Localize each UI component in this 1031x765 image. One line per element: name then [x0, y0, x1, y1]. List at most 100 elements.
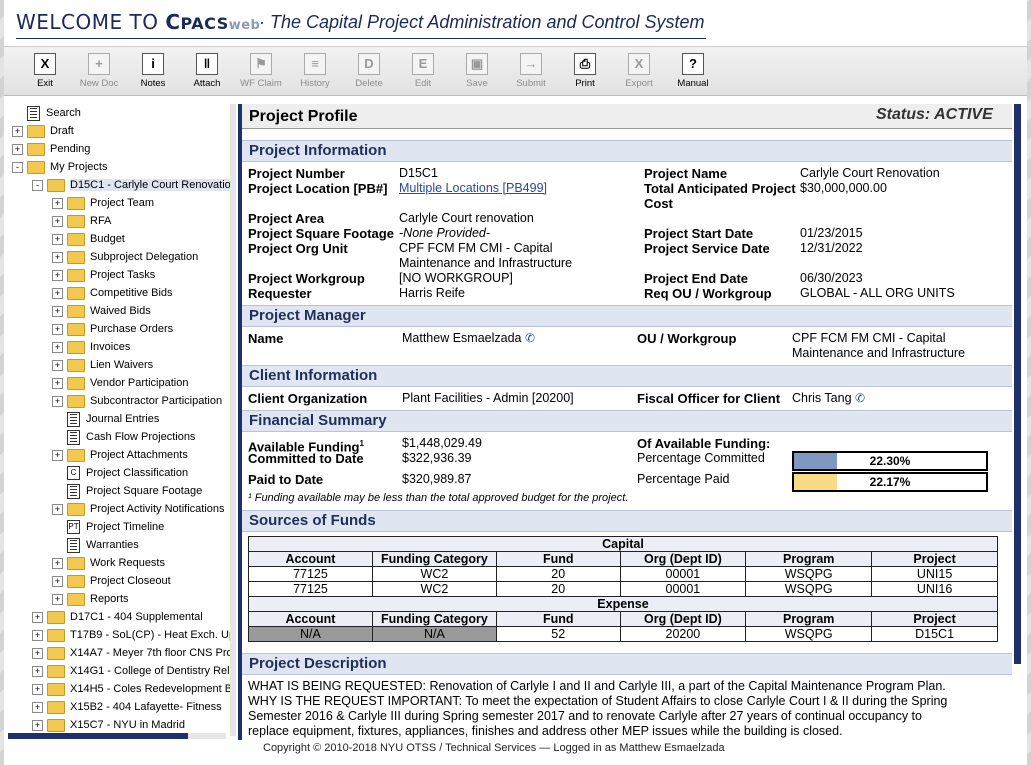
project-number-value: D15C1 — [399, 166, 438, 180]
table-cell: 77125 — [248, 581, 373, 597]
expand-icon[interactable]: + — [52, 197, 63, 209]
tree-item[interactable]: Cash Flow Projections — [52, 428, 195, 446]
tree-item[interactable]: + T17B9 - SoL(CP) - Heat Exch. Upg — [32, 626, 230, 644]
expand-icon[interactable]: + — [32, 647, 43, 659]
funding-footnote: ¹ Funding available may be less than the… — [248, 492, 629, 504]
tree-item[interactable]: + Lien Waivers — [52, 356, 153, 374]
tree-item[interactable]: + Project Attachments — [52, 446, 188, 464]
manual-button[interactable]: ? Manual — [666, 53, 720, 89]
tree-item[interactable]: + Work Requests — [52, 554, 165, 572]
tree-item-label: D15C1 - Carlyle Court Renovation — [70, 179, 230, 191]
tree-item[interactable]: + X15B2 - 404 Lafayette- Fitness — [32, 698, 222, 716]
expand-icon[interactable]: + — [32, 665, 43, 677]
tree-item[interactable]: + Purchase Orders — [52, 320, 173, 338]
tree-item[interactable]: + Vendor Participation — [52, 374, 188, 392]
percentage-committed-bar: 22.30% — [792, 451, 988, 471]
folder-icon — [27, 124, 45, 138]
print-button[interactable]: ⎙ Print — [558, 53, 612, 89]
main-vertical-scrollbar[interactable] — [1014, 104, 1021, 664]
folder-icon — [67, 592, 85, 606]
expand-icon[interactable]: + — [52, 305, 63, 317]
tree-item[interactable]: + Subproject Delegation — [52, 248, 198, 266]
exit-button[interactable]: X Exit — [18, 53, 72, 89]
expand-icon[interactable]: + — [52, 377, 63, 389]
expand-icon[interactable]: + — [52, 449, 63, 461]
tree-item[interactable]: + Project Tasks — [52, 266, 155, 284]
tree-item[interactable]: + Project Closeout — [52, 572, 171, 590]
expand-icon[interactable]: + — [32, 683, 43, 695]
section-sources-of-funds: Sources of Funds — [242, 510, 1012, 532]
tree-item[interactable]: + Competitive Bids — [52, 284, 173, 302]
expand-icon[interactable]: + — [52, 557, 63, 569]
phone-icon[interactable]: ✆ — [855, 391, 865, 405]
tree-item[interactable]: + X14G1 - College of Dentistry Relo — [32, 662, 230, 680]
project-location-link[interactable]: Multiple Locations [PB499] — [399, 181, 547, 196]
expand-icon[interactable]: + — [52, 233, 63, 245]
tree-item[interactable]: + Invoices — [52, 338, 130, 356]
new-doc-button[interactable]: + New Doc — [72, 53, 126, 89]
tree-item[interactable]: Journal Entries — [52, 410, 159, 428]
expand-icon[interactable]: + — [52, 503, 63, 515]
expand-icon[interactable]: + — [52, 215, 63, 227]
expand-icon[interactable]: + — [52, 269, 63, 281]
expand-icon[interactable]: + — [52, 395, 63, 407]
tree-item[interactable]: + Subcontractor Participation — [52, 392, 222, 410]
folder-icon — [67, 196, 85, 210]
tree-item[interactable]: + X14H5 - Coles Redevelopment Bu — [32, 680, 230, 698]
submit-button[interactable]: → Submit — [504, 53, 558, 89]
tree-item[interactable]: PT Project Timeline — [52, 518, 164, 536]
attach-button[interactable]: ‖ Attach — [180, 53, 234, 89]
tree-item[interactable]: + Project Activity Notifications — [52, 500, 225, 518]
expand-icon[interactable]: + — [52, 323, 63, 335]
tree-item[interactable]: + X15C7 - NYU in Madrid — [32, 716, 185, 734]
expand-icon[interactable]: + — [32, 629, 43, 641]
history-button[interactable]: ≡ History — [288, 53, 342, 89]
section-project-description: Project Description — [242, 653, 1012, 675]
tree-item[interactable]: + Project Team — [52, 194, 154, 212]
expand-icon[interactable]: + — [32, 719, 43, 731]
brand-c: C — [165, 10, 181, 34]
expand-icon[interactable]: + — [52, 359, 63, 371]
collapse-icon[interactable]: - — [32, 179, 43, 191]
tree-item[interactable]: - My Projects — [12, 158, 107, 176]
tree-item[interactable]: C Project Classification — [52, 464, 188, 482]
description-line: WHAT IS BEING REQUESTED: Renovation of C… — [248, 679, 946, 693]
tree-vertical-scrollbar[interactable] — [230, 104, 236, 736]
tree-item[interactable]: + Budget — [52, 230, 125, 248]
table-caption: Expense — [248, 596, 998, 612]
wf-claim-button[interactable]: ⚑ WF Claim — [234, 53, 288, 89]
tree-item[interactable]: Project Square Footage — [52, 482, 202, 500]
edit-button[interactable]: E Edit — [396, 53, 450, 89]
tree-item[interactable]: + D17C1 - 404 Supplemental — [32, 608, 203, 626]
expand-icon[interactable]: + — [52, 287, 63, 299]
tree-item[interactable]: + Waived Bids — [52, 302, 151, 320]
delete-button[interactable]: D Delete — [342, 53, 396, 89]
export-button[interactable]: X Export — [612, 53, 666, 89]
tree-item[interactable]: + Pending — [12, 140, 90, 158]
tree-item[interactable]: - D15C1 - Carlyle Court Renovation — [32, 176, 230, 194]
expand-icon[interactable]: + — [12, 143, 23, 155]
expand-icon[interactable]: + — [32, 611, 43, 623]
tree-item[interactable]: Search — [12, 104, 81, 122]
expand-icon[interactable]: + — [52, 593, 63, 605]
notes-button[interactable]: i Notes — [126, 53, 180, 89]
tree-item[interactable]: + Reports — [52, 590, 129, 608]
folder-icon — [67, 376, 85, 390]
tree-item[interactable]: + RFA — [52, 212, 111, 230]
tree-horizontal-scrollbar-thumb[interactable] — [8, 733, 188, 739]
expand-icon[interactable]: + — [52, 575, 63, 587]
tree-item[interactable]: + Draft — [12, 122, 74, 140]
expand-icon[interactable]: + — [52, 251, 63, 263]
phone-icon[interactable]: ✆ — [525, 331, 535, 345]
percentage-paid-bar: 22.17% — [792, 472, 988, 492]
save-button[interactable]: ▣ Save — [450, 53, 504, 89]
end-date-value: 06/30/2023 — [800, 271, 863, 285]
expand-icon[interactable]: + — [12, 125, 23, 137]
section-title: Financial Summary — [249, 412, 387, 429]
expand-icon[interactable]: + — [52, 341, 63, 353]
tree-item[interactable]: + X14A7 - Meyer 7th floor CNS Proje — [32, 644, 230, 662]
tree-item[interactable]: Warranties — [52, 536, 139, 554]
tree-item-label: Project Timeline — [86, 521, 165, 533]
expand-icon[interactable]: + — [32, 701, 43, 713]
collapse-icon[interactable]: - — [12, 161, 23, 173]
